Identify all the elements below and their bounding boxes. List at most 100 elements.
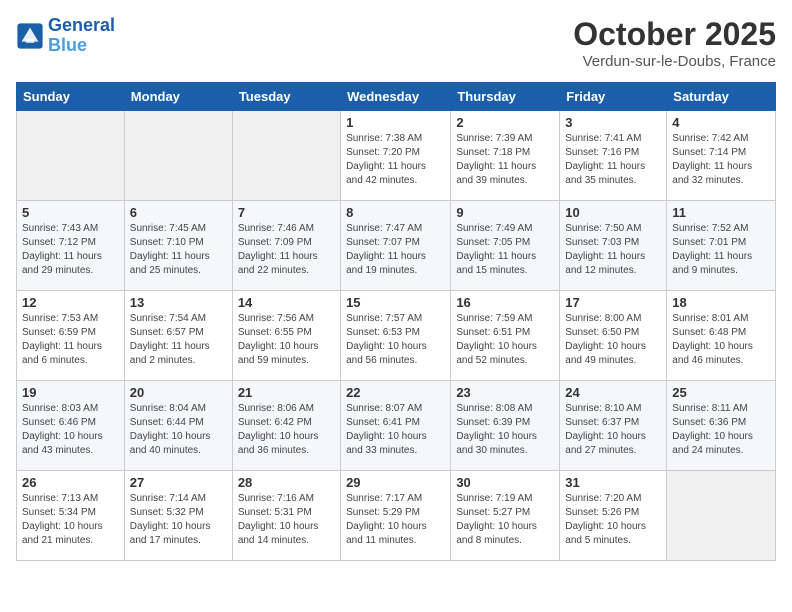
day-info: Sunrise: 7:16 AM Sunset: 5:31 PM Dayligh… xyxy=(238,492,335,548)
calendar-week-row: 26Sunrise: 7:13 AM Sunset: 5:34 PM Dayli… xyxy=(17,471,776,561)
day-info: Sunrise: 7:49 AM Sunset: 7:05 PM Dayligh… xyxy=(456,222,554,278)
column-header-wednesday: Wednesday xyxy=(341,83,451,111)
calendar-week-row: 1 Sunrise: 7:38 AM Sunset: 7:20 PM Daylig… xyxy=(17,111,776,201)
day-number: 18 xyxy=(672,295,770,310)
calendar-cell: 30Sunrise: 7:19 AM Sunset: 5:27 PM Dayli… xyxy=(451,471,560,561)
day-number: 14 xyxy=(238,295,335,310)
calendar-cell: 4Sunrise: 7:42 AM Sunset: 7:14 PM Daylig… xyxy=(667,111,776,201)
day-number: 7 xyxy=(238,205,335,220)
calendar-cell: 26Sunrise: 7:13 AM Sunset: 5:34 PM Dayli… xyxy=(17,471,125,561)
day-info: Sunrise: 8:10 AM Sunset: 6:37 PM Dayligh… xyxy=(565,402,661,458)
day-number: 25 xyxy=(672,385,770,400)
calendar-cell: 25 Sunrise: 8:11 AM Sunset: 6:36 PM Dayli… xyxy=(667,381,776,471)
calendar-cell: 17 Sunrise: 8:00 AM Sunset: 6:50 PM Dayli… xyxy=(560,291,667,381)
day-number: 16 xyxy=(456,295,554,310)
calendar-cell: 16 Sunrise: 7:59 AM Sunset: 6:51 PM Dayli… xyxy=(451,291,560,381)
day-number: 12 xyxy=(22,295,119,310)
day-info: Sunrise: 7:57 AM Sunset: 6:53 PM Dayligh… xyxy=(346,312,445,368)
calendar-cell: 22 Sunrise: 8:07 AM Sunset: 6:41 PM Dayli… xyxy=(341,381,451,471)
day-number: 3 xyxy=(565,115,661,130)
calendar-cell: 15 Sunrise: 7:57 AM Sunset: 6:53 PM Dayli… xyxy=(341,291,451,381)
day-info: Sunrise: 7:20 AM Sunset: 5:26 PM Dayligh… xyxy=(565,492,661,548)
day-number: 24 xyxy=(565,385,661,400)
day-number: 8 xyxy=(346,205,445,220)
column-header-saturday: Saturday xyxy=(667,83,776,111)
calendar-cell: 29Sunrise: 7:17 AM Sunset: 5:29 PM Dayli… xyxy=(341,471,451,561)
logo-text: General Blue xyxy=(48,16,115,56)
day-info: Sunrise: 7:59 AM Sunset: 6:51 PM Dayligh… xyxy=(456,312,554,368)
calendar-cell: 7 Sunrise: 7:46 AM Sunset: 7:09 PM Daylig… xyxy=(232,201,340,291)
day-info: Sunrise: 7:50 AM Sunset: 7:03 PM Dayligh… xyxy=(565,222,661,278)
calendar-cell: 21 Sunrise: 8:06 AM Sunset: 6:42 PM Dayli… xyxy=(232,381,340,471)
day-info: Sunrise: 8:01 AM Sunset: 6:48 PM Dayligh… xyxy=(672,312,770,368)
day-info: Sunrise: 7:54 AM Sunset: 6:57 PM Dayligh… xyxy=(130,312,227,368)
day-info: Sunrise: 7:41 AM Sunset: 7:16 PM Dayligh… xyxy=(565,132,661,188)
calendar-header-row: SundayMondayTuesdayWednesdayThursdayFrid… xyxy=(17,83,776,111)
day-number: 22 xyxy=(346,385,445,400)
calendar-cell: 9Sunrise: 7:49 AM Sunset: 7:05 PM Daylig… xyxy=(451,201,560,291)
column-header-friday: Friday xyxy=(560,83,667,111)
day-number: 28 xyxy=(238,475,335,490)
day-info: Sunrise: 7:38 AM Sunset: 7:20 PM Dayligh… xyxy=(346,132,445,188)
calendar-week-row: 5 Sunrise: 7:43 AM Sunset: 7:12 PM Daylig… xyxy=(17,201,776,291)
column-header-sunday: Sunday xyxy=(17,83,125,111)
calendar-cell: 19 Sunrise: 8:03 AM Sunset: 6:46 PM Dayli… xyxy=(17,381,125,471)
day-number: 19 xyxy=(22,385,119,400)
day-info: Sunrise: 7:13 AM Sunset: 5:34 PM Dayligh… xyxy=(22,492,119,548)
day-info: Sunrise: 7:52 AM Sunset: 7:01 PM Dayligh… xyxy=(672,222,770,278)
day-number: 11 xyxy=(672,205,770,220)
day-info: Sunrise: 7:19 AM Sunset: 5:27 PM Dayligh… xyxy=(456,492,554,548)
calendar-cell: 28 Sunrise: 7:16 AM Sunset: 5:31 PM Dayli… xyxy=(232,471,340,561)
calendar-week-row: 12 Sunrise: 7:53 AM Sunset: 6:59 PM Dayli… xyxy=(17,291,776,381)
logo-icon xyxy=(16,22,44,50)
page-header: General Blue October 2025 Verdun-sur-le-… xyxy=(16,16,776,70)
calendar-cell: 18 Sunrise: 8:01 AM Sunset: 6:48 PM Dayli… xyxy=(667,291,776,381)
calendar-cell: 12 Sunrise: 7:53 AM Sunset: 6:59 PM Dayli… xyxy=(17,291,125,381)
day-number: 20 xyxy=(130,385,227,400)
calendar-cell: 3 Sunrise: 7:41 AM Sunset: 7:16 PM Daylig… xyxy=(560,111,667,201)
calendar-cell: 10 Sunrise: 7:50 AM Sunset: 7:03 PM Dayli… xyxy=(560,201,667,291)
day-number: 13 xyxy=(130,295,227,310)
day-info: Sunrise: 7:14 AM Sunset: 5:32 PM Dayligh… xyxy=(130,492,227,548)
calendar-cell: 5 Sunrise: 7:43 AM Sunset: 7:12 PM Daylig… xyxy=(17,201,125,291)
calendar-cell: 11 Sunrise: 7:52 AM Sunset: 7:01 PM Dayli… xyxy=(667,201,776,291)
calendar-cell: 20Sunrise: 8:04 AM Sunset: 6:44 PM Dayli… xyxy=(124,381,232,471)
location: Verdun-sur-le-Doubs, France xyxy=(573,53,776,70)
day-info: Sunrise: 7:43 AM Sunset: 7:12 PM Dayligh… xyxy=(22,222,119,278)
calendar-cell: 8 Sunrise: 7:47 AM Sunset: 7:07 PM Daylig… xyxy=(341,201,451,291)
day-info: Sunrise: 8:08 AM Sunset: 6:39 PM Dayligh… xyxy=(456,402,554,458)
day-info: Sunrise: 8:00 AM Sunset: 6:50 PM Dayligh… xyxy=(565,312,661,368)
day-info: Sunrise: 8:06 AM Sunset: 6:42 PM Dayligh… xyxy=(238,402,335,458)
day-info: Sunrise: 8:11 AM Sunset: 6:36 PM Dayligh… xyxy=(672,402,770,458)
column-header-tuesday: Tuesday xyxy=(232,83,340,111)
column-header-thursday: Thursday xyxy=(451,83,560,111)
day-number: 1 xyxy=(346,115,445,130)
column-header-monday: Monday xyxy=(124,83,232,111)
logo: General Blue xyxy=(16,16,115,56)
day-number: 4 xyxy=(672,115,770,130)
day-info: Sunrise: 8:03 AM Sunset: 6:46 PM Dayligh… xyxy=(22,402,119,458)
day-info: Sunrise: 8:07 AM Sunset: 6:41 PM Dayligh… xyxy=(346,402,445,458)
day-number: 10 xyxy=(565,205,661,220)
calendar-cell: 2Sunrise: 7:39 AM Sunset: 7:18 PM Daylig… xyxy=(451,111,560,201)
calendar-cell: 14 Sunrise: 7:56 AM Sunset: 6:55 PM Dayli… xyxy=(232,291,340,381)
day-info: Sunrise: 7:47 AM Sunset: 7:07 PM Dayligh… xyxy=(346,222,445,278)
day-info: Sunrise: 7:56 AM Sunset: 6:55 PM Dayligh… xyxy=(238,312,335,368)
calendar-cell: 1 Sunrise: 7:38 AM Sunset: 7:20 PM Daylig… xyxy=(341,111,451,201)
calendar-cell xyxy=(667,471,776,561)
calendar-cell: 31Sunrise: 7:20 AM Sunset: 5:26 PM Dayli… xyxy=(560,471,667,561)
day-info: Sunrise: 7:17 AM Sunset: 5:29 PM Dayligh… xyxy=(346,492,445,548)
day-info: Sunrise: 7:46 AM Sunset: 7:09 PM Dayligh… xyxy=(238,222,335,278)
day-info: Sunrise: 7:53 AM Sunset: 6:59 PM Dayligh… xyxy=(22,312,119,368)
day-number: 17 xyxy=(565,295,661,310)
calendar-cell: 27Sunrise: 7:14 AM Sunset: 5:32 PM Dayli… xyxy=(124,471,232,561)
calendar-cell: 24 Sunrise: 8:10 AM Sunset: 6:37 PM Dayli… xyxy=(560,381,667,471)
day-number: 21 xyxy=(238,385,335,400)
calendar-cell xyxy=(124,111,232,201)
day-number: 15 xyxy=(346,295,445,310)
calendar-table: SundayMondayTuesdayWednesdayThursdayFrid… xyxy=(16,82,776,561)
day-number: 2 xyxy=(456,115,554,130)
calendar-week-row: 19 Sunrise: 8:03 AM Sunset: 6:46 PM Dayli… xyxy=(17,381,776,471)
day-number: 23 xyxy=(456,385,554,400)
day-number: 5 xyxy=(22,205,119,220)
